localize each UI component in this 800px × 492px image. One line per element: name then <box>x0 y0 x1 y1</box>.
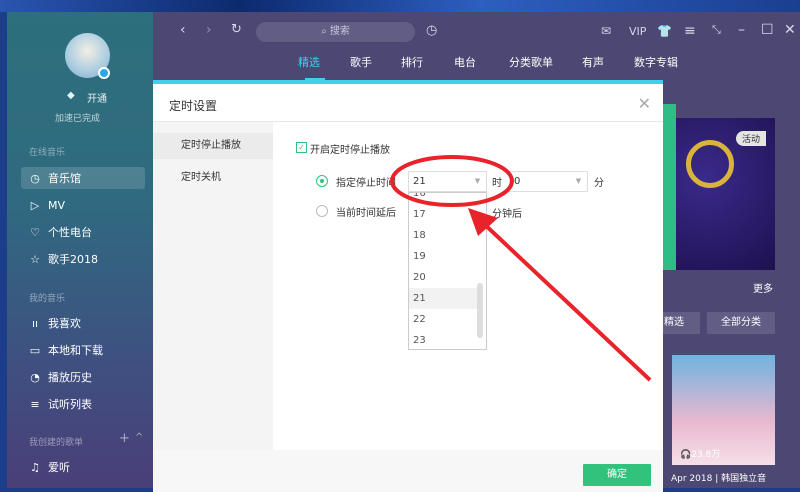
annotation-arrow-shaft <box>480 220 652 382</box>
annotation-overlay <box>390 155 652 382</box>
annotation-circle <box>390 155 514 207</box>
